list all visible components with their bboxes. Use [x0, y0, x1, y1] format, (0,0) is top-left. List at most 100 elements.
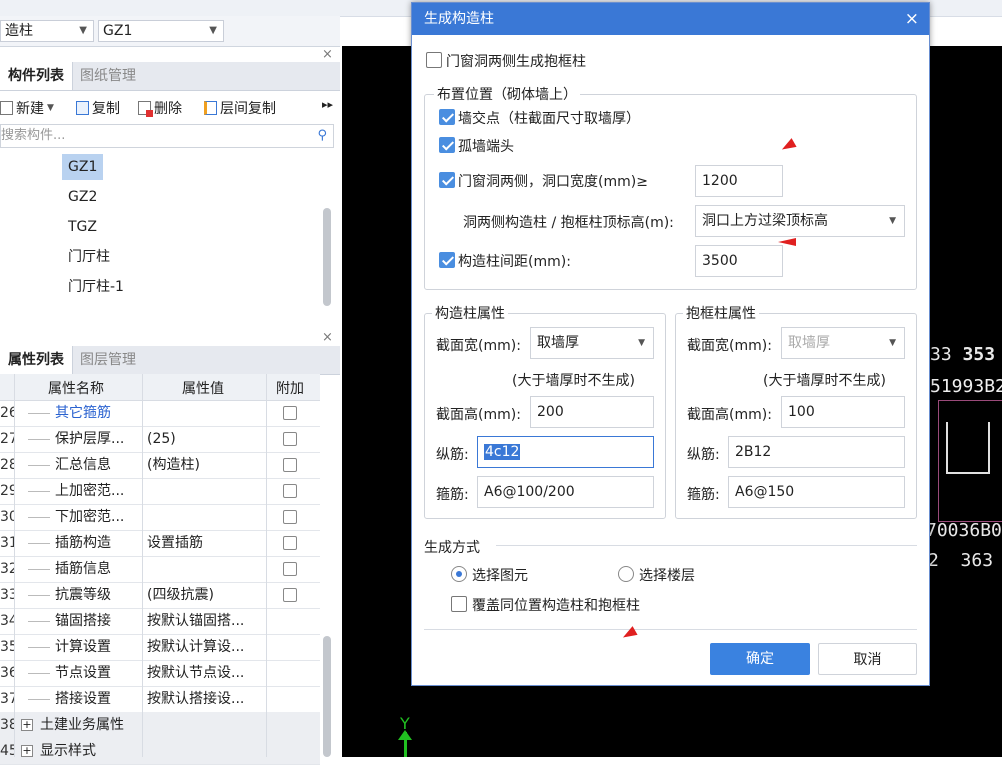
bk-height-input[interactable]: 100	[781, 396, 905, 428]
close-icon[interactable]: ×	[322, 47, 333, 62]
row-number: 29	[0, 483, 14, 499]
property-value[interactable]	[147, 504, 265, 530]
property-value[interactable]: (构造柱)	[147, 452, 265, 478]
table-row[interactable]: 38 土建业务属性 +	[0, 712, 320, 739]
tab-layer-management[interactable]: 图层管理	[72, 346, 144, 374]
extra-checkbox[interactable]	[283, 588, 297, 602]
property-value[interactable]: 按默认搭接设...	[147, 686, 265, 712]
opening-sides-checkbox[interactable]	[439, 172, 455, 188]
list-item[interactable]: GZ1	[62, 154, 104, 180]
extra-checkbox[interactable]	[283, 432, 297, 446]
tab-drawing-management[interactable]: 图纸管理	[72, 62, 144, 90]
table-row[interactable]: 28 汇总信息 (构造柱)	[0, 452, 320, 479]
frame-column-group-title: 抱框柱属性	[683, 303, 759, 323]
extra-checkbox[interactable]	[283, 406, 297, 420]
gz-long-bar-input[interactable]: 4c12	[477, 436, 654, 468]
component-search-input[interactable]: 搜索构件... ⚲	[0, 124, 334, 148]
tree-line	[28, 673, 50, 674]
table-row[interactable]: 36 节点设置 按默认节点设...	[0, 660, 320, 687]
floor-copy-icon	[204, 101, 217, 115]
row-number: 30	[0, 509, 14, 525]
close-icon[interactable]: ×	[322, 330, 333, 345]
table-row[interactable]: 29 上加密范...	[0, 478, 320, 505]
table-row[interactable]: 30 下加密范...	[0, 504, 320, 531]
gz-stirrup-input[interactable]: A6@100/200	[477, 476, 654, 508]
table-row[interactable]: 26 其它箍筋	[0, 400, 320, 427]
cancel-button[interactable]: 取消	[818, 643, 917, 675]
table-row[interactable]: 31 插筋构造 设置插筋	[0, 530, 320, 557]
table-row[interactable]: 34 锚固搭接 按默认锚固搭...	[0, 608, 320, 635]
property-value[interactable]: 按默认计算设...	[147, 634, 265, 660]
list-item[interactable]: 门厅柱	[62, 244, 116, 270]
property-value[interactable]: 设置插筋	[147, 530, 265, 556]
table-row[interactable]: 35 计算设置 按默认计算设...	[0, 634, 320, 661]
extra-checkbox[interactable]	[283, 562, 297, 576]
property-list-scrollbar[interactable]	[323, 636, 331, 757]
tree-line	[28, 699, 50, 700]
tree-line	[28, 491, 50, 492]
property-value[interactable]: 按默认锚固搭...	[147, 608, 265, 634]
gz-long-bar-value: 4c12	[484, 444, 521, 460]
component-list-scrollbar[interactable]	[323, 208, 331, 306]
property-name: 汇总信息	[55, 457, 111, 473]
spacing-input[interactable]: 3500	[695, 245, 783, 277]
delete-button[interactable]: 删除	[138, 98, 182, 118]
tab-component-list[interactable]: 构件列表	[0, 62, 73, 90]
component-combo[interactable]: GZ1 ▼	[98, 20, 224, 42]
select-floor-label: 选择楼层	[639, 568, 695, 584]
tab-property-list[interactable]: 属性列表	[0, 346, 73, 374]
canvas-label: 70036B0	[926, 520, 1002, 541]
close-icon[interactable]: ×	[905, 3, 919, 35]
expand-icon[interactable]: +	[21, 719, 33, 731]
bk-stirrup-input[interactable]: A6@150	[728, 476, 905, 508]
copy-icon	[76, 101, 89, 115]
copy-label: 复制	[92, 101, 120, 117]
list-item[interactable]: GZ2	[62, 184, 103, 210]
floor-type-combo[interactable]: 造柱 ▼	[0, 20, 94, 42]
isolated-wall-end-checkbox[interactable]	[439, 137, 455, 153]
table-row[interactable]: 45 显示样式 +	[0, 738, 320, 765]
expand-icon[interactable]: +	[21, 745, 33, 757]
bk-note: (大于墙厚时不生成)	[763, 373, 886, 389]
list-item[interactable]: TGZ	[62, 214, 103, 240]
property-value[interactable]	[147, 556, 265, 582]
top-elevation-label: 洞两侧构造柱 / 抱框柱顶标高(m):	[463, 215, 674, 231]
table-row[interactable]: 32 插筋信息	[0, 556, 320, 583]
more-icon[interactable]: ▸▸	[322, 98, 333, 111]
bk-width-value: 取墙厚	[788, 335, 830, 351]
copy-button[interactable]: 复制	[76, 98, 120, 118]
select-floor-radio[interactable]	[618, 566, 634, 582]
property-value[interactable]	[147, 400, 265, 426]
opening-width-input[interactable]: 1200	[695, 165, 783, 197]
spacing-checkbox[interactable]	[439, 252, 455, 268]
tree-line	[28, 517, 50, 518]
select-element-radio[interactable]	[451, 566, 467, 582]
property-value[interactable]	[147, 738, 265, 764]
gz-width-select[interactable]: 取墙厚 ▼	[530, 327, 654, 359]
table-row[interactable]: 27 保护层厚... (25)	[0, 426, 320, 453]
bk-width-select[interactable]: 取墙厚 ▼	[781, 327, 905, 359]
extra-checkbox[interactable]	[283, 536, 297, 550]
divider	[142, 374, 143, 757]
extra-checkbox[interactable]	[283, 510, 297, 524]
property-value[interactable]	[147, 478, 265, 504]
overwrite-checkbox[interactable]	[451, 596, 467, 612]
new-button[interactable]: 新建 ▼	[0, 98, 54, 118]
property-value[interactable]: (25)	[147, 426, 265, 452]
property-name: 锚固搭接	[55, 613, 111, 629]
table-row[interactable]: 37 搭接设置 按默认搭接设...	[0, 686, 320, 713]
extra-checkbox[interactable]	[283, 458, 297, 472]
ok-button[interactable]: 确定	[710, 643, 810, 675]
floor-copy-button[interactable]: 层间复制	[204, 98, 276, 118]
gz-height-input[interactable]: 200	[530, 396, 654, 428]
property-value[interactable]	[147, 712, 265, 738]
list-item[interactable]: 门厅柱-1	[62, 274, 130, 300]
wall-intersection-checkbox[interactable]	[439, 109, 455, 125]
door-window-frame-checkbox[interactable]	[426, 52, 442, 68]
top-elevation-select[interactable]: 洞口上方过梁顶标高 ▼	[695, 205, 905, 237]
bk-long-bar-input[interactable]: 2B12	[728, 436, 905, 468]
table-row[interactable]: 33 抗震等级 (四级抗震)	[0, 582, 320, 609]
property-value[interactable]: (四级抗震)	[147, 582, 265, 608]
property-value[interactable]: 按默认节点设...	[147, 660, 265, 686]
extra-checkbox[interactable]	[283, 484, 297, 498]
